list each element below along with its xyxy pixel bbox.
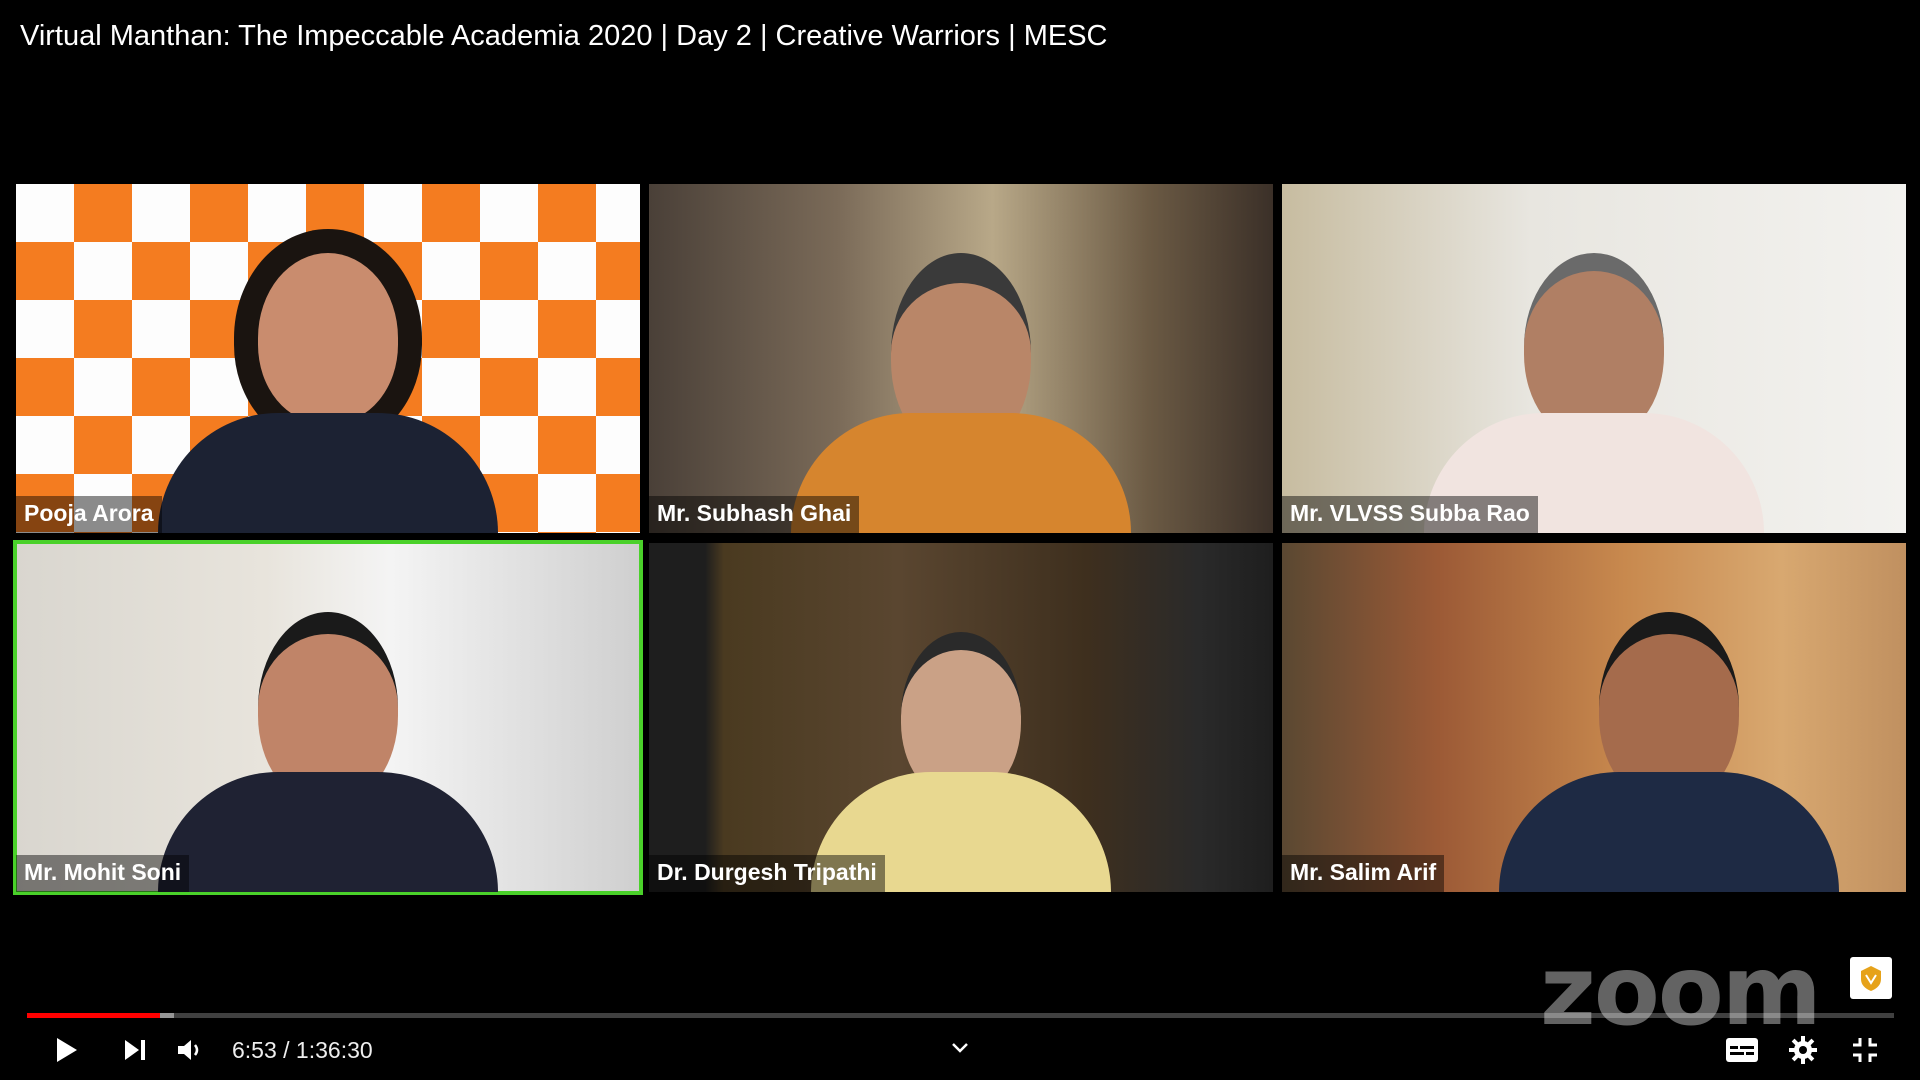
exit-fullscreen-button[interactable] (1845, 1030, 1885, 1070)
participant-video (1498, 592, 1839, 892)
participant-name: Mr. Salim Arif (1282, 855, 1445, 892)
settings-button[interactable] (1783, 1030, 1823, 1070)
volume-button[interactable] (170, 1030, 210, 1070)
subtitles-icon (1726, 1038, 1758, 1062)
participant-tile-mohit-soni[interactable]: Mr. Mohit Soni (13, 540, 643, 895)
zoom-watermark: zoom (1540, 935, 1822, 1047)
play-icon (57, 1038, 77, 1062)
shield-icon (1861, 966, 1881, 991)
participant-video (811, 612, 1111, 892)
participant-tile-subba-rao[interactable]: Mr. VLVSS Subba Rao (1282, 184, 1906, 533)
participant-name: Mr. Mohit Soni (16, 855, 190, 892)
play-button[interactable] (45, 1030, 85, 1070)
gear-icon (1789, 1036, 1817, 1064)
participant-video (791, 233, 1131, 533)
participant-video (1424, 233, 1764, 533)
played-bar (27, 1013, 160, 1018)
volume-icon (178, 1040, 199, 1060)
next-icon (125, 1040, 145, 1060)
participant-name: Mr. Subhash Ghai (649, 496, 860, 533)
time-display: 6:53 / 1:36:30 (232, 1037, 373, 1063)
participant-tile-durgesh-tripathi[interactable]: Dr. Durgesh Tripathi (649, 543, 1273, 892)
participant-name: Mr. VLVSS Subba Rao (1282, 496, 1538, 533)
exit-fullscreen-icon (1853, 1038, 1877, 1062)
participant-tile-salim-arif[interactable]: Mr. Salim Arif (1282, 543, 1906, 892)
participant-name: Dr. Durgesh Tripathi (649, 855, 885, 892)
seek-bar[interactable] (27, 1013, 1894, 1018)
video-title: Virtual Manthan: The Impeccable Academia… (20, 20, 1108, 52)
chevron-down-icon (952, 1043, 968, 1053)
participant-video (158, 233, 498, 533)
participant-name: Pooja Arora (16, 496, 162, 533)
participant-tile-pooja-arora[interactable]: Pooja Arora (16, 184, 640, 533)
next-button[interactable] (115, 1030, 155, 1070)
participant-video (158, 592, 498, 892)
expand-chapters-button[interactable] (940, 1028, 980, 1068)
subtitles-button[interactable] (1722, 1030, 1762, 1070)
participant-tile-subhash-ghai[interactable]: Mr. Subhash Ghai (649, 184, 1273, 533)
channel-logo[interactable] (1850, 957, 1892, 999)
